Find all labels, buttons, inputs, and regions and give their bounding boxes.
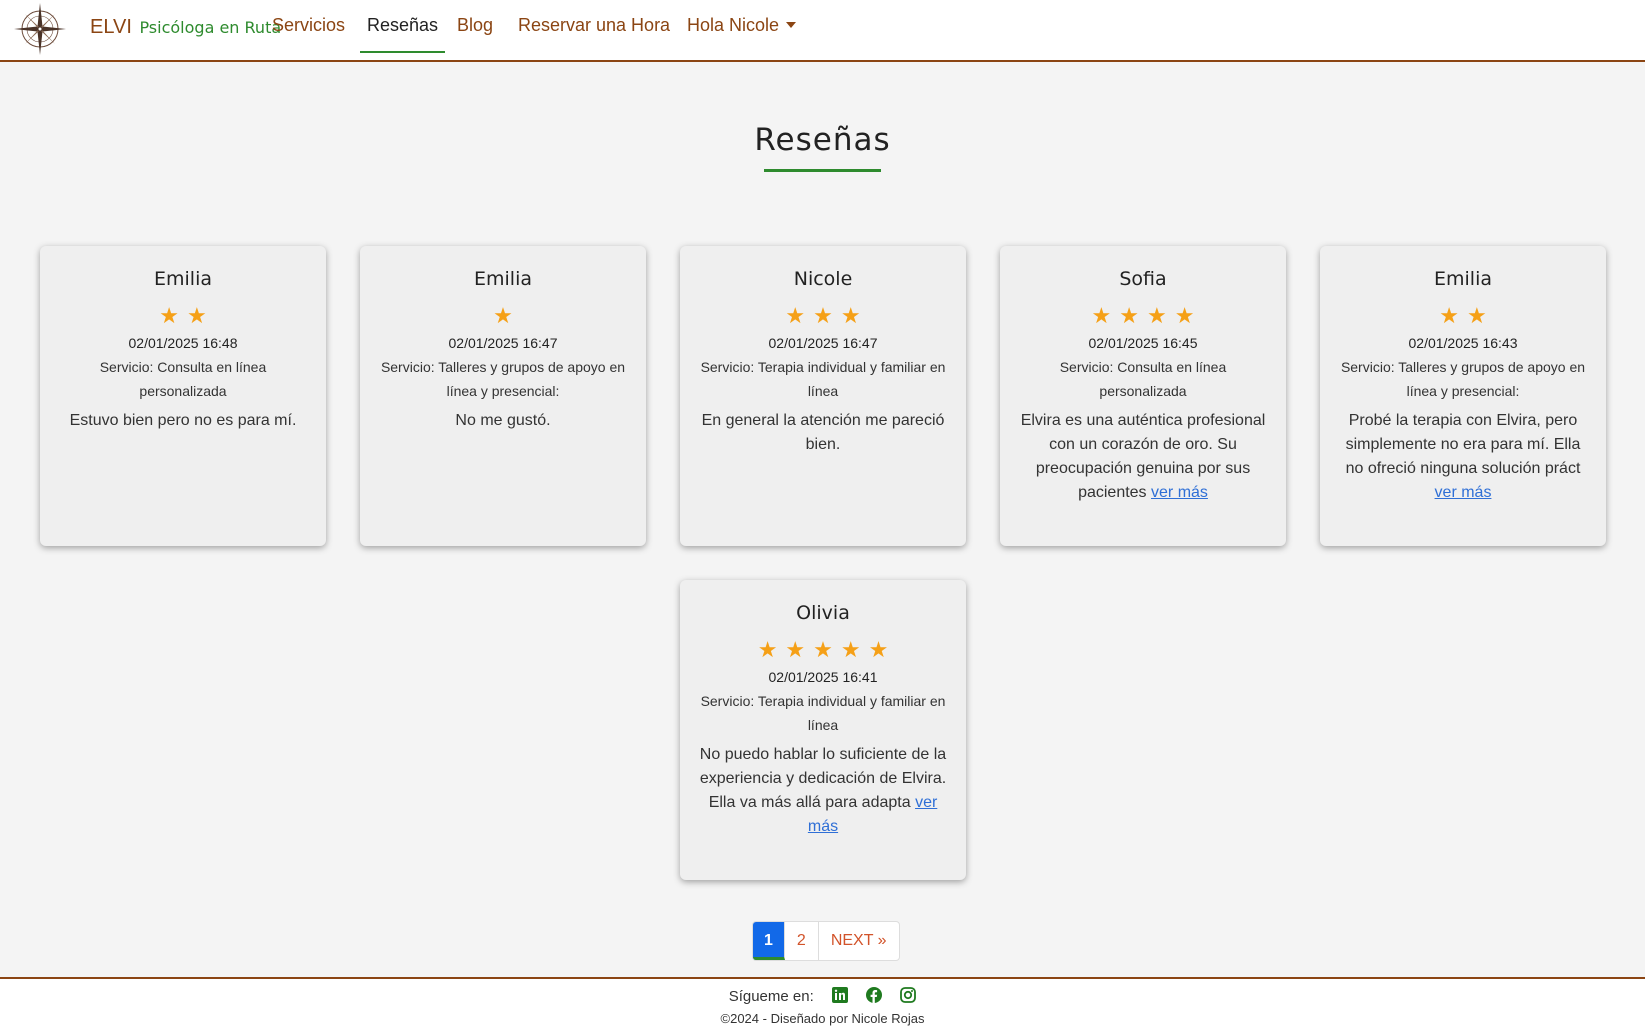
facebook-icon[interactable] bbox=[866, 987, 883, 1003]
social-links: Sígueme en: bbox=[0, 987, 1645, 1005]
next-page-button[interactable]: NEXT » bbox=[819, 922, 899, 960]
reviewer-name: Nicole bbox=[793, 268, 853, 290]
review-comment: En general la atención me pareció bien. bbox=[698, 409, 948, 457]
review-date: 02/01/2025 16:47 bbox=[768, 335, 878, 351]
review-card: Emilia ★★ 02/01/2025 16:43 Servicio: Tal… bbox=[1320, 246, 1606, 546]
star-rating: ★ bbox=[493, 304, 521, 329]
reviewer-name: Emilia bbox=[474, 268, 532, 290]
review-card: Olivia ★★★★★ 02/01/2025 16:41 Servicio: … bbox=[680, 580, 966, 880]
reviewer-name: Emilia bbox=[154, 268, 212, 290]
star-rating: ★★ bbox=[1439, 304, 1495, 329]
brand-name: ELVI bbox=[90, 16, 132, 38]
ver-mas-link[interactable]: ver más bbox=[1151, 484, 1208, 501]
page-2-button[interactable]: 2 bbox=[785, 922, 819, 960]
star-rating: ★★ bbox=[159, 304, 215, 329]
review-service: Servicio: Terapia individual y familiar … bbox=[700, 693, 946, 733]
review-comment: Probé la terapia con Elvira, pero simple… bbox=[1338, 409, 1588, 505]
review-comment-text: En general la atención me pareció bien. bbox=[701, 412, 945, 453]
review-date: 02/01/2025 16:48 bbox=[128, 335, 238, 351]
review-comment-text: No puedo hablar lo suficiente de la expe… bbox=[699, 746, 947, 811]
review-card: Sofia ★★★★ 02/01/2025 16:45 Servicio: Co… bbox=[1000, 246, 1286, 546]
navbar: ELVI Psicóloga en Ruta Servicios Reseñas… bbox=[0, 0, 1645, 62]
review-service: Servicio: Talleres y grupos de apoyo en … bbox=[380, 359, 626, 399]
review-service: Servicio: Consulta en línea personalizad… bbox=[99, 359, 267, 399]
footer: Sígueme en: ©2024 - Diseñado por Nicole … bbox=[0, 977, 1645, 1028]
reviewer-name: Sofia bbox=[1119, 268, 1167, 290]
review-date: 02/01/2025 16:47 bbox=[448, 335, 558, 351]
review-date: 02/01/2025 16:41 bbox=[768, 669, 878, 685]
review-date: 02/01/2025 16:43 bbox=[1408, 335, 1518, 351]
review-service: Servicio: Talleres y grupos de apoyo en … bbox=[1340, 359, 1586, 399]
review-comment: Elvira es una auténtica profesional con … bbox=[1018, 409, 1268, 505]
nav-servicios[interactable]: Servicios bbox=[272, 15, 345, 51]
review-card: Emilia ★ 02/01/2025 16:47 Servicio: Tall… bbox=[360, 246, 646, 546]
star-rating: ★★★★★ bbox=[757, 638, 897, 663]
page-1-button[interactable]: 1 bbox=[753, 922, 785, 960]
brand-subtitle: Psicóloga en Ruta bbox=[139, 18, 282, 37]
review-comment-text: Elvira es una auténtica profesional con … bbox=[1020, 412, 1266, 501]
nav-blog[interactable]: Blog bbox=[457, 15, 493, 51]
review-comment-text: Probé la terapia con Elvira, pero simple… bbox=[1345, 412, 1581, 477]
user-menu-dropdown[interactable]: Hola Nicole bbox=[687, 15, 797, 51]
star-rating: ★★★★ bbox=[1091, 304, 1203, 329]
ver-mas-link[interactable]: ver más bbox=[1435, 484, 1492, 501]
review-comment: Estuvo bien pero no es para mí. bbox=[58, 409, 308, 433]
star-rating: ★★★ bbox=[785, 304, 869, 329]
review-comment-text: Estuvo bien pero no es para mí. bbox=[69, 412, 297, 429]
caret-down-icon bbox=[786, 22, 797, 28]
review-service: Servicio: Terapia individual y familiar … bbox=[700, 359, 946, 399]
user-menu-label: Hola Nicole bbox=[687, 15, 780, 35]
reviewer-name: Olivia bbox=[796, 602, 850, 624]
brand[interactable]: ELVI Psicóloga en Ruta bbox=[90, 16, 281, 39]
copyright: ©2024 - Diseñado por Nicole Rojas bbox=[720, 1011, 925, 1026]
follow-label: Sígueme en: bbox=[728, 988, 814, 1005]
pagination: 1 2 NEXT » bbox=[752, 921, 900, 961]
review-card: Nicole ★★★ 02/01/2025 16:47 Servicio: Te… bbox=[680, 246, 966, 546]
nav-resenas[interactable]: Reseñas bbox=[360, 15, 446, 53]
review-comment: No puedo hablar lo suficiente de la expe… bbox=[698, 743, 948, 839]
review-comment-text: No me gustó. bbox=[455, 412, 551, 429]
page-title: Reseñas bbox=[754, 122, 891, 158]
review-card: Emilia ★★ 02/01/2025 16:48 Servicio: Con… bbox=[40, 246, 326, 546]
review-comment: No me gustó. bbox=[378, 409, 628, 433]
review-service: Servicio: Consulta en línea personalizad… bbox=[1059, 359, 1227, 399]
reviewer-name: Emilia bbox=[1434, 268, 1492, 290]
nav-reservar[interactable]: Reservar una Hora bbox=[518, 15, 670, 51]
review-date: 02/01/2025 16:45 bbox=[1088, 335, 1198, 351]
linkedin-icon[interactable] bbox=[831, 987, 848, 1003]
instagram-icon[interactable] bbox=[900, 987, 917, 1003]
compass-rose-icon[interactable] bbox=[13, 2, 67, 56]
title-underline bbox=[764, 169, 881, 172]
